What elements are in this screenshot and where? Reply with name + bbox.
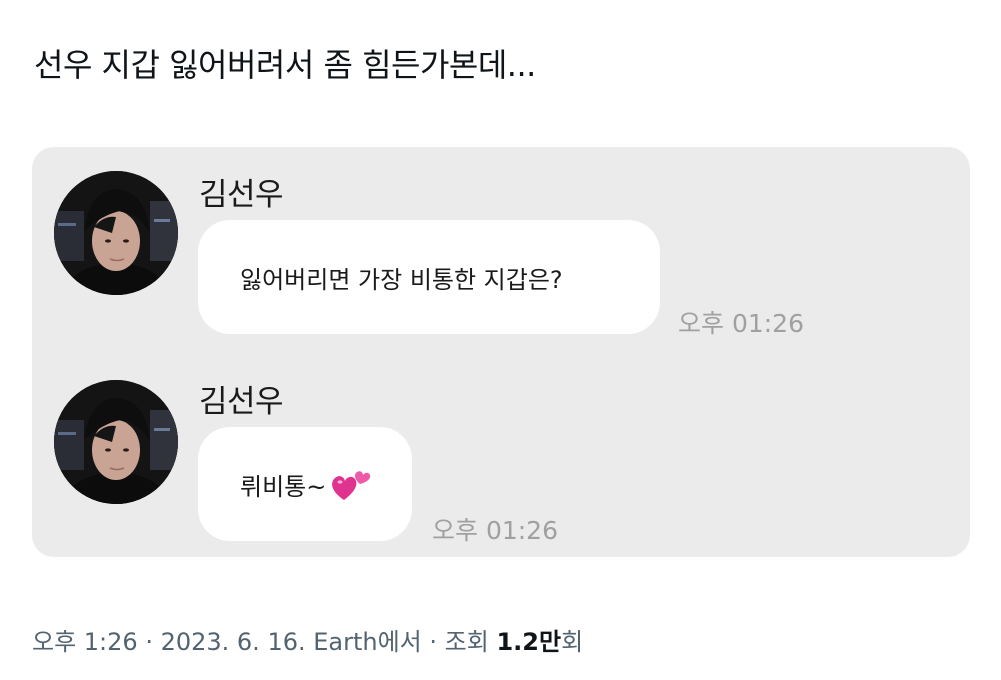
views-suffix: 회 (561, 628, 584, 656)
message-text: 뤼비통~ (240, 472, 327, 501)
separator: · (421, 628, 445, 656)
sender-name: 김선우 (199, 384, 284, 420)
post-meta: 오후 1:26 · 2023. 6. 16. Earth에서 · 조회 1.2만… (32, 622, 583, 657)
sender-name: 김선우 (199, 177, 284, 213)
message-timestamp: 오후 01:26 (432, 516, 558, 545)
message-bubble[interactable]: 잃어버리면 가장 비통한 지갑은? (198, 220, 660, 334)
post-time: 오후 1:26 (32, 628, 138, 656)
avatar[interactable] (54, 380, 178, 504)
profile-photo-icon (54, 380, 178, 504)
profile-photo-icon (54, 171, 178, 295)
views-count[interactable]: 1.2만 (496, 628, 561, 656)
chat-screenshot-card: 김선우 잃어버리면 가장 비통한 지갑은? 오후 01:26 김선우 뤼비통~ (32, 147, 970, 557)
message-text: 잃어버리면 가장 비통한 지갑은? (240, 265, 563, 294)
post-date[interactable]: 2023. 6. 16. (161, 628, 306, 656)
avatar[interactable] (54, 171, 178, 295)
views-label: 조회 (444, 628, 497, 656)
separator: · (137, 628, 161, 656)
two-hearts-emoji-icon (330, 464, 372, 504)
message-bubble[interactable]: 뤼비통~ (198, 427, 412, 541)
message-timestamp: 오후 01:26 (678, 309, 804, 338)
post-source: Earth에서 (305, 628, 422, 656)
post-text: 선우 지갑 잃어버려서 좀 힘든가본데... (34, 46, 536, 84)
